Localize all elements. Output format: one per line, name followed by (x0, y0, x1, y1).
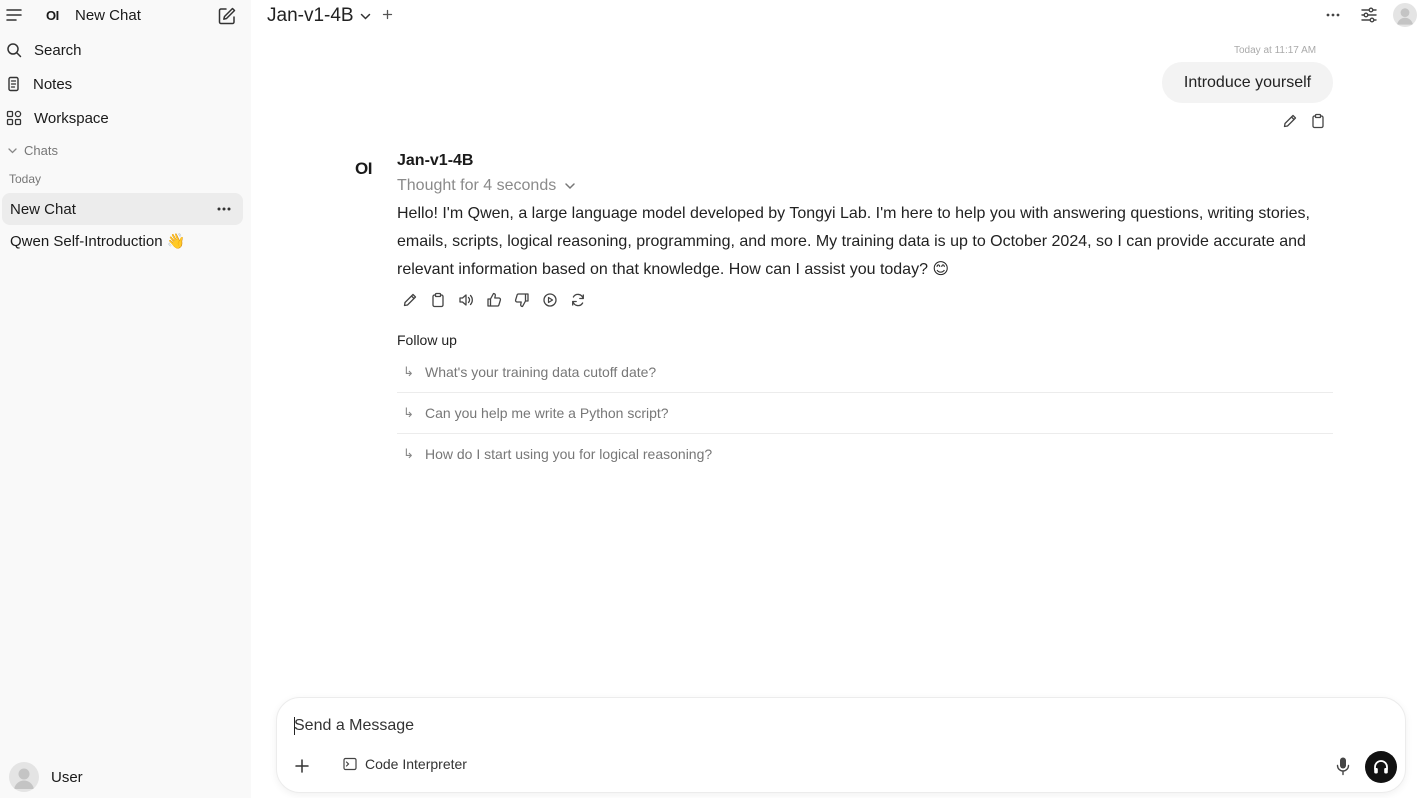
chats-section-toggle[interactable]: Chats (7, 143, 58, 158)
reply-arrow-icon: ↳ (403, 404, 414, 420)
sidebar-item-search[interactable]: Search (0, 35, 251, 65)
new-chat-icon[interactable] (217, 6, 237, 26)
follow-up-item[interactable]: ↳ Can you help me write a Python script? (397, 392, 1333, 433)
chat-item-qwen-self-introduction[interactable]: Qwen Self-Introduction 👋 (2, 225, 243, 257)
edit-icon[interactable] (402, 292, 418, 308)
sidebar-item-label: Search (34, 41, 82, 59)
sidebar-header: OI New Chat (0, 0, 251, 32)
plus-icon[interactable] (294, 758, 310, 774)
sidebar: OI New Chat Search Notes Workspace Chats… (0, 0, 251, 798)
user-message-bubble: Introduce yourself (1162, 62, 1333, 103)
reply-arrow-icon: ↳ (403, 445, 414, 461)
terminal-icon (343, 757, 357, 771)
workspace-icon (6, 110, 22, 126)
notes-icon (6, 76, 22, 92)
copy-icon[interactable] (1310, 113, 1326, 129)
sidebar-item-workspace[interactable]: Workspace (0, 103, 251, 133)
follow-up-item[interactable]: ↳ What's your training data cutoff date? (397, 351, 1333, 392)
avatar (9, 762, 39, 792)
sidebar-item-label: Notes (33, 75, 73, 93)
app-logo[interactable]: OI (46, 8, 59, 23)
user-name: User (51, 768, 83, 786)
follow-up-text: How do I start using you for logical rea… (425, 445, 713, 462)
code-interpreter-label: Code Interpreter (365, 756, 467, 772)
voice-mode-button[interactable] (1365, 751, 1397, 783)
text-caret (294, 717, 295, 735)
code-interpreter-button[interactable]: Code Interpreter (343, 756, 467, 772)
message-timestamp: Today at 11:17 AM (1234, 45, 1317, 56)
user-menu[interactable]: User (9, 762, 83, 792)
add-model-icon[interactable] (381, 8, 394, 21)
follow-up-text: What's your training data cutoff date? (425, 363, 657, 380)
chevron-down-icon (7, 145, 18, 156)
avatar[interactable] (1393, 3, 1417, 27)
reply-arrow-icon: ↳ (403, 363, 414, 379)
chevron-down-icon (564, 180, 576, 192)
user-message-actions (1282, 113, 1326, 129)
edit-icon[interactable] (1282, 113, 1298, 129)
sidebar-item-notes[interactable]: Notes (0, 69, 251, 99)
regenerate-icon[interactable] (570, 292, 586, 308)
microphone-icon[interactable] (1335, 756, 1351, 776)
thought-toggle[interactable]: Thought for 4 seconds (397, 177, 576, 195)
assistant-message-text: Hello! I'm Qwen, a large language model … (397, 205, 1310, 278)
assistant-message-actions (402, 292, 586, 308)
sidebar-item-label: Workspace (34, 109, 109, 127)
assistant-name: Jan-v1-4B (397, 152, 474, 169)
model-selector[interactable]: Jan-v1-4B (267, 5, 354, 27)
more-options-icon[interactable] (1326, 13, 1340, 17)
controls-icon[interactable] (1360, 6, 1378, 24)
chat-item-label: Qwen Self-Introduction 👋 (10, 233, 186, 250)
copy-icon[interactable] (430, 292, 446, 308)
search-icon (6, 42, 22, 58)
read-aloud-icon[interactable] (458, 292, 474, 308)
follow-up-text: Can you help me write a Python script? (425, 404, 669, 421)
message-input[interactable] (294, 714, 1294, 738)
assistant-avatar: OI (355, 159, 372, 178)
chats-section-label: Chats (24, 143, 58, 158)
sidebar-title[interactable]: New Chat (75, 7, 141, 24)
more-options-icon[interactable] (217, 207, 231, 211)
chevron-down-icon[interactable] (359, 10, 372, 23)
thumbs-down-icon[interactable] (514, 292, 530, 308)
top-bar: Jan-v1-4B (251, 0, 1419, 32)
chat-item-new-chat[interactable]: New Chat (2, 193, 243, 225)
chat-item-label: New Chat (10, 200, 76, 218)
chat-group-label: Today (9, 172, 42, 186)
message-composer: Code Interpreter (276, 697, 1406, 793)
follow-up-title: Follow up (397, 332, 457, 348)
continue-icon[interactable] (542, 292, 558, 308)
sidebar-toggle-icon[interactable] (5, 6, 23, 24)
headphones-icon (1372, 758, 1390, 776)
follow-up-item[interactable]: ↳ How do I start using you for logical r… (397, 433, 1333, 474)
thought-label: Thought for 4 seconds (397, 177, 557, 194)
thumbs-up-icon[interactable] (486, 292, 502, 308)
